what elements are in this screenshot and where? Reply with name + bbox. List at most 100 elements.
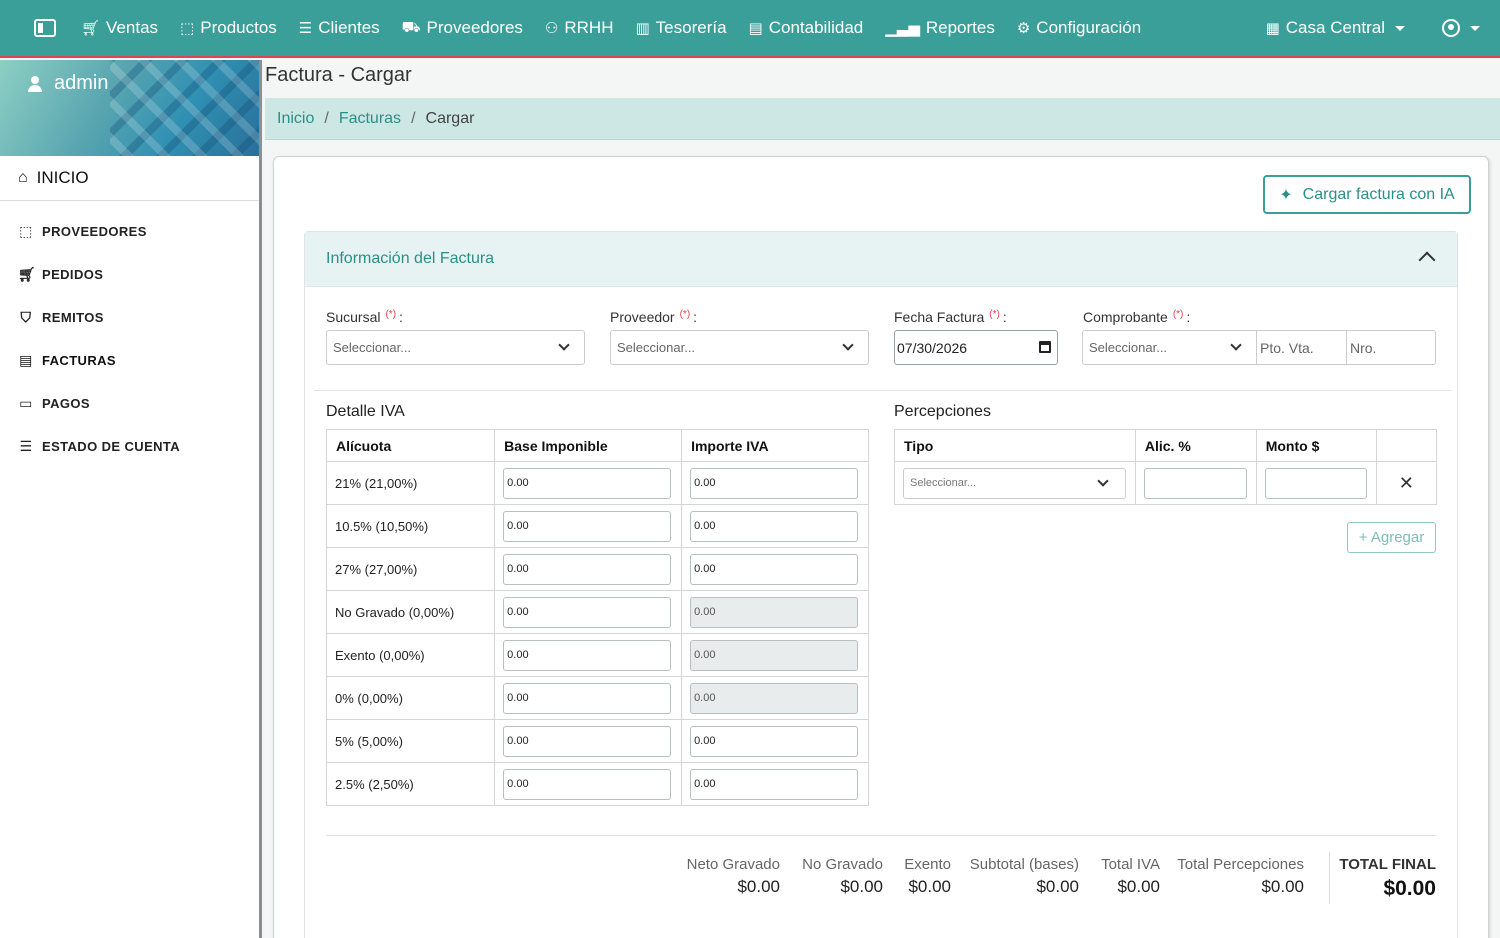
table-row: 27% (27,00%) 0.00 0.00 — [325, 547, 869, 591]
breadcrumb: Inicio / Facturas / Cargar — [265, 98, 1500, 140]
breadcrumb-inicio[interactable]: Inicio — [277, 110, 314, 128]
table-row: 5% (5,00%) 0.00 0.00 — [325, 719, 869, 763]
sidebar-item-pagos[interactable]: ▭ PAGOS — [0, 382, 259, 425]
sidebar-toggle-icon[interactable] — [34, 19, 56, 37]
nav-reportes[interactable]: ▁▃▅ Reportes — [885, 18, 995, 38]
sidebar-user[interactable]: admin — [28, 72, 108, 95]
close-icon[interactable]: ✕ — [1377, 473, 1436, 494]
divider — [326, 835, 1437, 836]
building-icon: ▦ — [1265, 20, 1280, 37]
importe-input[interactable]: 0.00 — [690, 553, 859, 585]
base-input[interactable]: 0.00 — [503, 467, 672, 499]
perc-tipo-select[interactable]: Seleccionar... — [903, 467, 1126, 499]
importe-input[interactable]: 0.00 — [690, 467, 859, 499]
sidebar-item-remitos[interactable]: ⛉ REMITOS — [0, 296, 259, 339]
sidebar-item-inicio[interactable]: ⌂ INICIO — [0, 156, 259, 201]
nav-tesoreria[interactable]: ▥ Tesorería — [635, 18, 726, 38]
invoice-icon: ▤ — [19, 352, 33, 368]
section-header[interactable]: Información del Factura — [305, 232, 1457, 287]
header-pattern — [110, 60, 259, 156]
proveedor-select[interactable]: Seleccionar... — [610, 330, 869, 365]
iva-header-importe: Importe IVA — [681, 429, 869, 462]
sidebar-item-proveedores[interactable]: ⬚ PROVEEDORES — [0, 210, 259, 253]
perc-monto-input[interactable] — [1264, 467, 1367, 499]
chevron-down-icon — [1097, 474, 1109, 487]
perc-alic-input[interactable] — [1143, 467, 1247, 499]
nav-contabilidad[interactable]: ▤ Contabilidad — [749, 18, 864, 38]
chevron-down-icon — [558, 339, 570, 351]
sidebar-item-estado-de-cuenta[interactable]: ☰ ESTADO DE CUENTA — [0, 425, 259, 468]
breadcrumb-facturas[interactable]: Facturas — [339, 110, 401, 128]
totals-separator — [1329, 852, 1330, 904]
base-input[interactable]: 0.00 — [503, 768, 672, 800]
cash-icon: ▭ — [19, 395, 33, 411]
invoice-info-section: Información del Factura Sucursal (*): Sel… — [304, 231, 1458, 938]
nav-rrhh[interactable]: ⚇ RRHH — [545, 18, 614, 38]
base-input[interactable]: 0.00 — [503, 510, 672, 542]
perc-header-tipo: Tipo — [894, 429, 1136, 462]
nav-clientes[interactable]: ☰ Clientes — [299, 18, 380, 38]
nav-ventas[interactable]: 🛒︎ Ventas — [81, 18, 158, 38]
importe-input[interactable]: 0.00 — [690, 768, 859, 800]
total-exento: Exento $0.00 — [904, 856, 951, 896]
base-input[interactable]: 0.00 — [503, 596, 672, 628]
iva-table: Alícuota Base Imponible Importe IVA 21% … — [325, 429, 869, 806]
caret-down-icon — [1470, 25, 1480, 31]
nav-configuracion[interactable]: ⚙ Configuración — [1017, 18, 1141, 38]
table-row: Seleccionar... ✕ — [894, 461, 1438, 505]
iva-header-base: Base Imponible — [494, 429, 683, 462]
total-percepciones: Total Percepciones $0.00 — [1177, 856, 1304, 896]
user-circle-icon — [1442, 19, 1460, 37]
importe-input[interactable]: 0.00 — [690, 725, 859, 757]
comprobante-select[interactable]: Seleccionar... — [1082, 330, 1257, 365]
sidebar-item-pedidos[interactable]: 🛒︎ PEDIDOS — [0, 253, 259, 296]
sidebar: admin ⌂ INICIO ⬚ PROVEEDORES 🛒︎ PEDIDOS ⛉ RE… — [0, 60, 262, 938]
chart-icon: ▁▃▅ — [885, 20, 920, 37]
importe-input[interactable]: 0.00 — [690, 510, 859, 542]
nro-input[interactable]: Nro. — [1346, 330, 1436, 365]
nav-productos[interactable]: ⬚ Productos — [180, 18, 277, 38]
sparkle-icon: ✦ — [1279, 186, 1293, 204]
importe-input-readonly: 0.00 — [690, 682, 859, 714]
gear-icon: ⚙ — [1016, 20, 1031, 37]
user-menu[interactable] — [1442, 19, 1480, 37]
table-row: 21% (21,00%) 0.00 0.00 — [325, 461, 869, 505]
add-percepcion-button[interactable]: + Agregar — [1347, 522, 1436, 553]
fecha-label: Fecha Factura (*): — [894, 309, 1007, 325]
iva-header-alicuota: Alícuota — [325, 429, 496, 462]
sidebar-user-header: admin — [0, 60, 259, 156]
sidebar-item-facturas[interactable]: ▤ FACTURAS — [0, 339, 259, 382]
fecha-input[interactable]: 07/30/2026 — [894, 330, 1058, 365]
base-input[interactable]: 0.00 — [503, 553, 672, 585]
box-icon: ⬚ — [19, 223, 33, 239]
base-input[interactable]: 0.00 — [503, 639, 672, 671]
base-input[interactable]: 0.00 — [503, 682, 672, 714]
cart-icon: 🛒︎ — [81, 20, 101, 37]
table-row: 10.5% (10,50%) 0.00 0.00 — [325, 504, 869, 548]
ai-upload-button[interactable]: ✦ Cargar factura con IA — [1263, 175, 1471, 214]
caret-down-icon — [1395, 25, 1405, 31]
total-subtotal: Subtotal (bases) $0.00 — [969, 856, 1079, 896]
document-icon: ☰ — [19, 438, 33, 454]
perc-header-monto: Monto $ — [1255, 429, 1377, 462]
sucursal-select[interactable]: Seleccionar... — [326, 330, 585, 365]
ledger-icon: ▤ — [748, 20, 763, 37]
divider — [314, 390, 1451, 391]
person-icon — [28, 75, 42, 92]
total-neto-gravado: Neto Gravado $0.00 — [686, 856, 780, 896]
page-title: Factura - Cargar — [265, 64, 412, 86]
chevron-up-icon[interactable] — [1418, 251, 1436, 269]
pto-vta-input[interactable]: Pto. Vta. — [1256, 330, 1347, 365]
percepciones-table: Tipo Alic. % Monto $ Seleccionar... ✕ — [894, 429, 1438, 505]
base-input[interactable]: 0.00 — [503, 725, 672, 757]
perc-header-alic: Alic. % — [1134, 429, 1257, 462]
table-row: 0% (0,00%) 0.00 0.00 — [325, 676, 869, 720]
branch-selector[interactable]: ▦ Casa Central — [1266, 18, 1405, 38]
home-icon: ⌂ — [18, 169, 28, 186]
total-iva: Total IVA $0.00 — [1101, 856, 1160, 896]
table-row: 2.5% (2,50%) 0.00 0.00 — [325, 762, 869, 806]
cart-icon: 🛒︎ — [18, 266, 37, 282]
box-icon: ⬚ — [180, 20, 195, 37]
nav-proveedores[interactable]: ⛟ Proveedores — [402, 18, 523, 38]
calendar-icon[interactable] — [1039, 341, 1051, 353]
